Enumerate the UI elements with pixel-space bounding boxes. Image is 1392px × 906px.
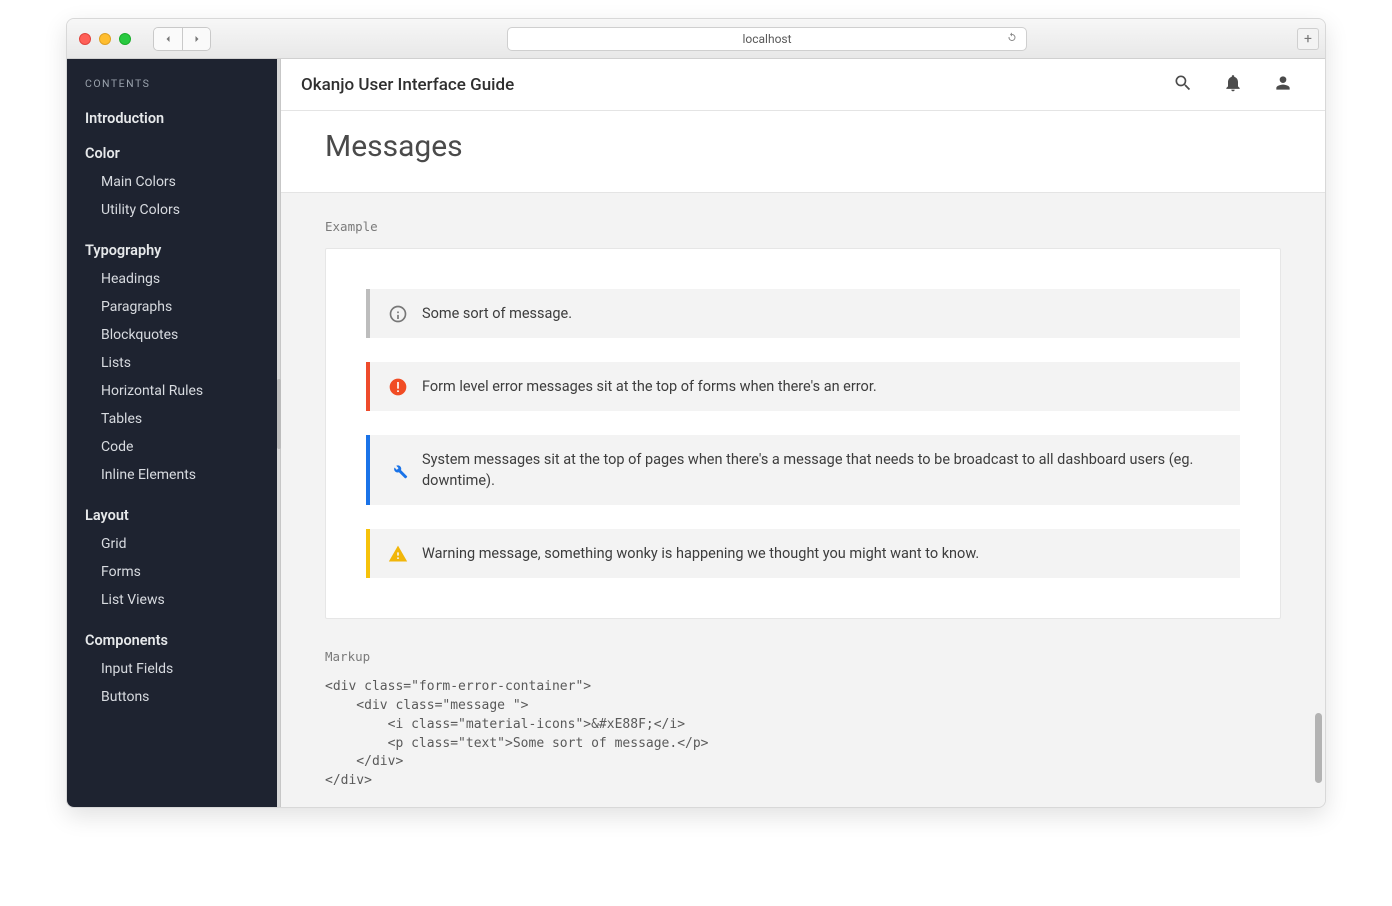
app-title: Okanjo User Interface Guide — [301, 75, 514, 95]
sidebar-item-code[interactable]: Code — [85, 433, 277, 461]
message-text: Some sort of message. — [422, 303, 572, 324]
sidebar-item-input-fields[interactable]: Input Fields — [85, 655, 277, 683]
markup-label: Markup — [325, 649, 1281, 664]
scroll-thumb[interactable] — [1315, 713, 1322, 783]
close-window-button[interactable] — [79, 33, 91, 45]
page-title: Messages — [325, 129, 1281, 164]
message-info: Some sort of message. — [366, 289, 1240, 338]
reload-icon[interactable] — [1006, 31, 1018, 46]
markup-section: Markup <div class="form-error-container"… — [325, 649, 1281, 791]
address-bar[interactable]: localhost — [507, 27, 1027, 51]
message-text: System messages sit at the top of pages … — [422, 449, 1222, 491]
sidebar-item-forms[interactable]: Forms — [85, 558, 277, 586]
message-error: Form level error messages sit at the top… — [366, 362, 1240, 411]
chevron-left-icon — [162, 33, 174, 45]
sidebar-item-components[interactable]: Components — [85, 632, 277, 649]
message-text: Warning message, something wonky is happ… — [422, 543, 979, 564]
sidebar-item-tables[interactable]: Tables — [85, 405, 277, 433]
header-icons — [1173, 73, 1293, 97]
browser-window: localhost + CONTENTS Introduction Color … — [66, 18, 1326, 808]
sidebar-item-introduction[interactable]: Introduction — [85, 110, 277, 127]
sidebar-item-lists[interactable]: Lists — [85, 349, 277, 377]
app-root: CONTENTS Introduction Color Main Colors … — [67, 59, 1325, 807]
markup-code: <div class="form-error-container"> <div … — [325, 678, 1281, 791]
sidebar-item-horizontal-rules[interactable]: Horizontal Rules — [85, 377, 277, 405]
new-tab-button[interactable]: + — [1297, 28, 1319, 50]
sidebar-item-inline-elements[interactable]: Inline Elements — [85, 461, 277, 489]
nav-buttons — [153, 27, 211, 51]
window-controls — [79, 33, 131, 45]
browser-chrome: localhost + — [67, 19, 1325, 59]
forward-button[interactable] — [182, 28, 210, 50]
page-title-block: Messages — [281, 111, 1325, 193]
sidebar-item-color[interactable]: Color — [85, 145, 277, 162]
example-label: Example — [325, 219, 1281, 234]
address-text: localhost — [742, 32, 791, 46]
maximize-window-button[interactable] — [119, 33, 131, 45]
main-area: Okanjo User Interface Guide Messages — [281, 59, 1325, 807]
sidebar-item-headings[interactable]: Headings — [85, 265, 277, 293]
sidebar-item-main-colors[interactable]: Main Colors — [85, 168, 277, 196]
sidebar-item-layout[interactable]: Layout — [85, 507, 277, 524]
sidebar-item-blockquotes[interactable]: Blockquotes — [85, 321, 277, 349]
account-icon[interactable] — [1273, 73, 1293, 97]
app-header: Okanjo User Interface Guide — [281, 59, 1325, 111]
search-icon[interactable] — [1173, 73, 1193, 97]
message-system: System messages sit at the top of pages … — [366, 435, 1240, 505]
sidebar-item-typography[interactable]: Typography — [85, 242, 277, 259]
sidebar-item-grid[interactable]: Grid — [85, 530, 277, 558]
sidebar-item-paragraphs[interactable]: Paragraphs — [85, 293, 277, 321]
wrench-icon — [388, 460, 408, 480]
chevron-right-icon — [191, 33, 203, 45]
message-text: Form level error messages sit at the top… — [422, 376, 877, 397]
sidebar: CONTENTS Introduction Color Main Colors … — [67, 59, 277, 807]
notifications-icon[interactable] — [1223, 73, 1243, 97]
example-card: Some sort of message. Form level error m… — [325, 248, 1281, 619]
message-warning: Warning message, something wonky is happ… — [366, 529, 1240, 578]
warning-icon — [388, 544, 408, 564]
vertical-scrollbar[interactable] — [1311, 193, 1325, 807]
sidebar-item-utility-colors[interactable]: Utility Colors — [85, 196, 277, 224]
info-icon — [388, 304, 408, 324]
sidebar-item-list-views[interactable]: List Views — [85, 586, 277, 614]
error-icon — [388, 377, 408, 397]
minimize-window-button[interactable] — [99, 33, 111, 45]
content-area: Example Some sort of message. Form level… — [281, 193, 1325, 807]
sidebar-heading: CONTENTS — [85, 77, 277, 90]
back-button[interactable] — [154, 28, 182, 50]
sidebar-item-buttons[interactable]: Buttons — [85, 683, 277, 711]
